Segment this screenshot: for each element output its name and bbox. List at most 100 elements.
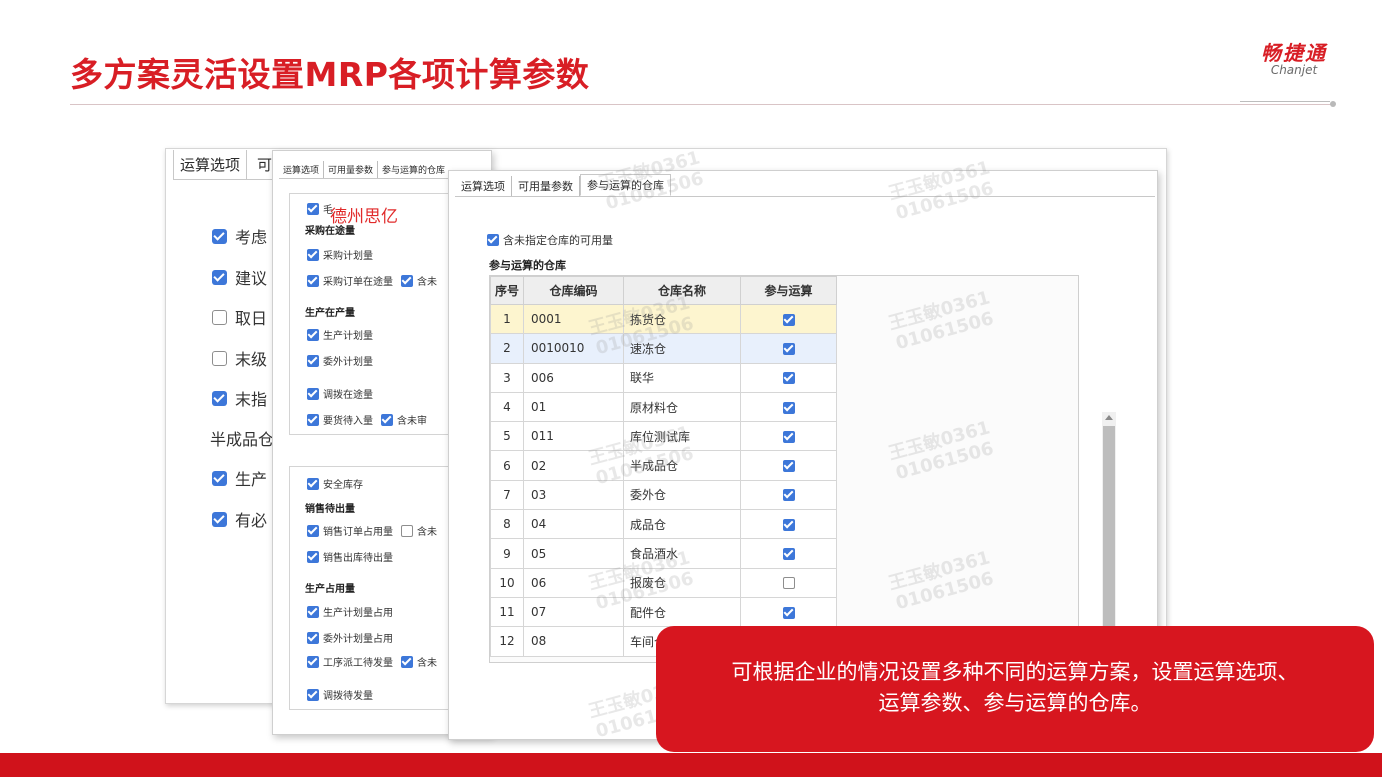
w2-option[interactable]: 调拨待发量: [307, 687, 373, 702]
checkbox[interactable]: [307, 655, 319, 668]
w1-option[interactable]: 末级: [212, 346, 267, 370]
w1-option[interactable]: 考虑: [212, 224, 267, 248]
col-header-no[interactable]: 序号: [490, 276, 524, 305]
participate-checkbox[interactable]: [782, 401, 795, 414]
checkbox[interactable]: [401, 655, 413, 668]
w2-option[interactable]: 生产计划量: [307, 327, 373, 342]
checkbox[interactable]: [212, 470, 227, 486]
warehouse-section-title: 参与运算的仓库: [489, 259, 566, 272]
include-unassigned-option[interactable]: 含未指定仓库的可用量: [487, 232, 613, 248]
checkbox[interactable]: [307, 354, 319, 367]
w2-tab-warehouse[interactable]: 参与运算的仓库: [378, 161, 449, 178]
checkbox[interactable]: [307, 248, 319, 261]
cell-participate: [740, 391, 837, 423]
w1-tab-calc[interactable]: 运算选项: [173, 150, 248, 179]
w1-option[interactable]: 建议: [212, 265, 267, 289]
participate-checkbox[interactable]: [782, 342, 795, 355]
checkbox[interactable]: [212, 269, 227, 285]
checkbox[interactable]: [307, 477, 319, 490]
callout-line-2: 运算参数、参与运算的仓库。: [878, 691, 1152, 715]
w3-tab-available[interactable]: 可用量参数: [512, 176, 580, 196]
participate-checkbox[interactable]: [782, 606, 795, 619]
participate-checkbox[interactable]: [782, 577, 795, 590]
checkbox[interactable]: [307, 413, 319, 426]
w2-option[interactable]: 采购订单在途量 含未: [307, 273, 437, 288]
cell-no: 3: [490, 362, 524, 393]
w3-tab-strip: 运算选项 可用量参数 参与运算的仓库: [455, 174, 1155, 197]
table-row[interactable]: 7 03 委外仓: [490, 479, 837, 511]
checkbox[interactable]: [307, 524, 319, 537]
w1-option[interactable]: 取日: [212, 305, 267, 329]
checkbox[interactable]: [212, 350, 227, 366]
checkbox[interactable]: [307, 550, 319, 563]
w2-option[interactable]: 销售订单占用量 含未: [307, 523, 437, 538]
w1-option[interactable]: 有必: [212, 507, 267, 531]
checkbox[interactable]: [307, 387, 319, 400]
checkbox[interactable]: [307, 688, 319, 701]
title-divider-dot: [1330, 101, 1336, 107]
participate-checkbox[interactable]: [782, 489, 795, 502]
w2-option-label: 采购订单在途量: [323, 277, 393, 288]
w2-option[interactable]: 采购计划量: [307, 247, 373, 262]
scroll-up-icon[interactable]: [1105, 415, 1113, 420]
checkbox[interactable]: [401, 524, 413, 537]
w1-option[interactable]: 末指: [212, 386, 267, 410]
w2-option[interactable]: 安全库存: [307, 476, 363, 491]
w3-tab-calc[interactable]: 运算选项: [455, 176, 512, 196]
w1-option-label: 考虑: [235, 228, 268, 247]
cell-no: 6: [490, 450, 524, 481]
checkbox[interactable]: [307, 328, 319, 341]
participate-checkbox[interactable]: [782, 372, 795, 385]
w1-option-label: 有必: [235, 511, 268, 530]
cell-no: 5: [490, 421, 524, 452]
cell-name: 委外仓: [623, 479, 741, 511]
overlay-company-text: 德州思亿: [330, 207, 398, 227]
w2-tab-calc[interactable]: 运算选项: [279, 161, 325, 178]
w1-option[interactable]: 生产: [212, 466, 267, 490]
participate-checkbox[interactable]: [782, 313, 795, 326]
table-row[interactable]: 3 006 联华: [490, 362, 837, 393]
checkbox[interactable]: [381, 413, 393, 426]
checkbox[interactable]: [307, 605, 319, 618]
participate-checkbox[interactable]: [782, 430, 795, 443]
checkbox[interactable]: [487, 234, 499, 246]
checkbox[interactable]: [307, 274, 319, 287]
w2-option[interactable]: 调拨在途量: [307, 386, 373, 401]
w2-option[interactable]: 工序派工待发量 含未: [307, 654, 437, 669]
checkbox[interactable]: [212, 228, 227, 244]
cell-participate: [740, 421, 837, 452]
checkbox[interactable]: [212, 309, 227, 325]
checkbox[interactable]: [307, 631, 319, 644]
participate-checkbox[interactable]: [782, 518, 795, 531]
w2-option[interactable]: 委外计划量占用: [307, 630, 393, 645]
participate-checkbox[interactable]: [782, 460, 795, 473]
cell-no: 7: [490, 479, 524, 511]
checkbox[interactable]: [212, 390, 227, 406]
footer-bar: [0, 753, 1382, 777]
cell-no: 8: [490, 509, 524, 540]
brand-logo: 畅捷通 Chanjet: [1246, 42, 1342, 76]
logo-cn-text: 畅捷通: [1261, 41, 1327, 65]
w2-option-label: 含未: [417, 527, 437, 538]
cell-name: 原材料仓: [623, 391, 741, 423]
col-header-participate[interactable]: 参与运算: [740, 276, 837, 305]
scroll-thumb[interactable]: [1103, 426, 1115, 634]
w2-option[interactable]: 要货待入量 含未审: [307, 412, 427, 427]
w2-tab-available[interactable]: 可用量参数: [324, 161, 379, 178]
w2-option[interactable]: 销售出库待出量: [307, 549, 393, 564]
checkbox[interactable]: [212, 511, 227, 527]
table-row[interactable]: 4 01 原材料仓: [490, 391, 837, 423]
w2-option[interactable]: 生产计划量占用: [307, 604, 393, 619]
w2-option-label: 调拨在途量: [323, 390, 373, 401]
col-header-code[interactable]: 仓库编码: [523, 276, 624, 305]
checkbox[interactable]: [307, 202, 319, 215]
cell-no: 11: [490, 596, 524, 628]
w2-option-label: 工序派工待发量: [323, 658, 393, 669]
table-row[interactable]: 8 04 成品仓: [490, 509, 837, 540]
w2-option-label: 含未审: [397, 416, 427, 427]
table-row[interactable]: 11 07 配件仓: [490, 596, 837, 628]
participate-checkbox[interactable]: [782, 548, 795, 561]
w2-option[interactable]: 委外计划量: [307, 353, 373, 368]
w2-option-label: 采购计划量: [323, 251, 373, 262]
checkbox[interactable]: [401, 274, 413, 287]
